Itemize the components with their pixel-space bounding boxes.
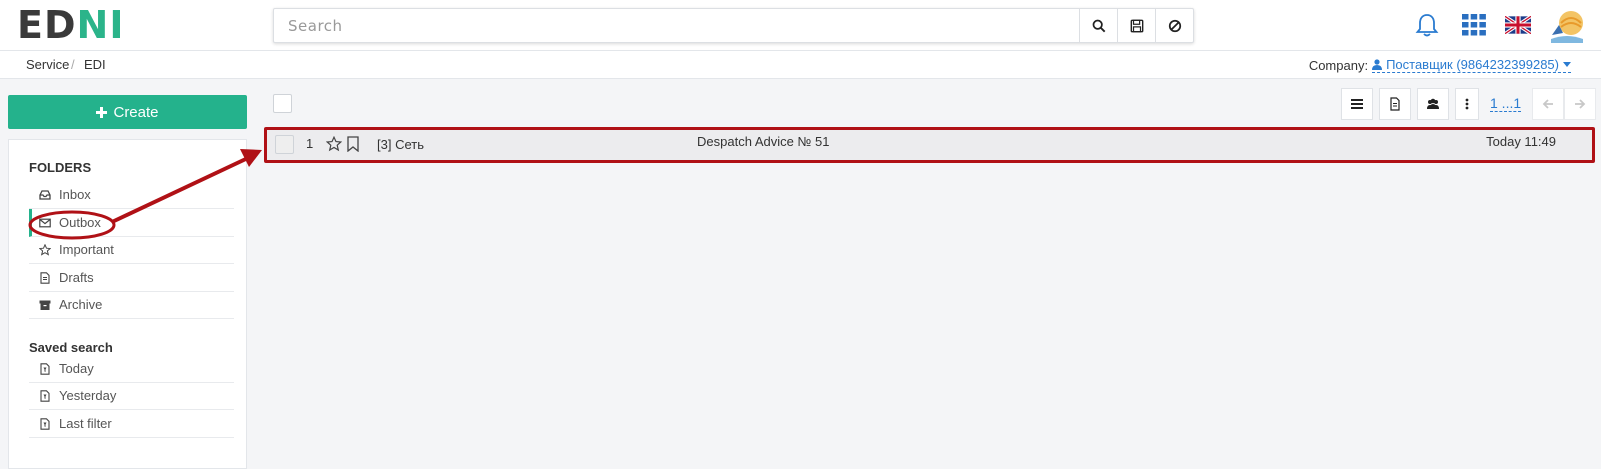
apps-button[interactable] [1461,12,1487,38]
folders-title: FOLDERS [29,160,92,175]
folder-outbox[interactable]: Outbox [29,209,234,237]
create-button[interactable]: Create [8,95,247,129]
group-view-button[interactable] [1417,88,1449,120]
caret-down-icon [1563,62,1571,67]
saved-search-title: Saved search [29,340,113,355]
saved-search-label: Yesterday [59,388,117,403]
list-view-button[interactable] [1341,88,1373,120]
logo-text-dark: ED [17,3,77,47]
company-dropdown[interactable]: Поставщик (9864232399285) [1372,57,1571,73]
folder-label: Outbox [59,215,101,230]
avatar-icon [1551,11,1583,43]
document-icon [1390,97,1400,111]
archive-icon [39,300,51,310]
create-label: Create [113,103,159,121]
prev-page-button[interactable] [1532,88,1564,120]
notifications-button[interactable] [1414,12,1440,38]
pagination-range[interactable]: 1 ...1 [1490,95,1522,112]
ban-icon [1168,19,1181,32]
saved-search-today[interactable]: Today [29,355,234,383]
edin-logo[interactable]: EDNI [17,5,124,45]
save-search-button[interactable] [1117,9,1155,42]
row-sender: [3] Сеть [377,137,424,152]
search-bar [273,8,1194,43]
filter-file-icon [40,417,50,430]
folder-archive[interactable]: Archive [29,291,234,319]
search-input[interactable] [274,9,1079,42]
folder-label: Inbox [59,187,91,202]
language-button[interactable] [1505,12,1531,38]
top-header: EDNI [0,0,1601,51]
sidebar: FOLDERS Inbox Outbox Important Drafts Ar… [8,139,247,469]
user-icon [1372,59,1383,70]
breadcrumb-service[interactable]: Service [26,57,69,72]
row-date: Today 11:49 [1486,134,1556,149]
file-icon [40,271,50,284]
saved-search-label: Today [59,361,94,376]
uk-flag-icon [1505,16,1531,34]
folder-important[interactable]: Important [29,236,234,264]
next-page-button[interactable] [1564,88,1596,120]
company-label: Company: [1308,57,1369,73]
apps-grid-icon [1462,14,1486,36]
more-options-button[interactable] [1455,88,1479,120]
saved-search-last-filter[interactable]: Last filter [29,410,234,438]
document-view-button[interactable] [1379,88,1411,120]
saved-search-label: Last filter [59,416,112,431]
clear-search-button[interactable] [1155,9,1193,42]
filter-file-icon [40,389,50,402]
row-checkbox[interactable] [275,135,294,154]
row-number: 1 [306,136,314,151]
search-button[interactable] [1079,9,1117,42]
plus-icon [96,106,108,118]
filter-file-icon [40,362,50,375]
table-row[interactable]: 1 [3] Сеть Despatch Advice № 51 Today 11… [264,127,1595,163]
breadcrumb: Service / EDI Company: Поставщик (986423… [0,51,1601,79]
save-icon [1130,19,1143,32]
folder-label: Archive [59,297,103,312]
envelope-icon [39,218,51,227]
row-subject: Despatch Advice № 51 [697,134,830,149]
breadcrumb-separator: / [71,57,75,72]
saved-search-yesterday[interactable]: Yesterday [29,382,234,410]
folder-label: Important [59,242,114,257]
inbox-icon [39,189,51,200]
folder-drafts[interactable]: Drafts [29,264,234,292]
folder-label: Drafts [59,270,94,285]
more-vertical-icon [1465,98,1469,110]
breadcrumb-edi[interactable]: EDI [84,57,106,72]
arrow-left-icon [1542,99,1553,109]
logo-text-green: NI [76,3,125,47]
bookmark-icon[interactable] [346,136,360,152]
star-icon[interactable] [326,136,342,152]
arrow-right-icon [1575,99,1586,109]
search-icon [1092,19,1105,32]
list-icon [1351,99,1363,109]
select-all-checkbox[interactable] [273,94,292,113]
bell-icon [1415,14,1439,37]
company-selector: Company: Поставщик (9864232399285) [1309,57,1571,73]
company-name: Поставщик (9864232399285) [1386,57,1559,72]
star-icon [39,243,51,256]
users-icon [1427,98,1439,109]
folder-inbox[interactable]: Inbox [29,181,234,209]
user-avatar[interactable] [1549,7,1585,43]
